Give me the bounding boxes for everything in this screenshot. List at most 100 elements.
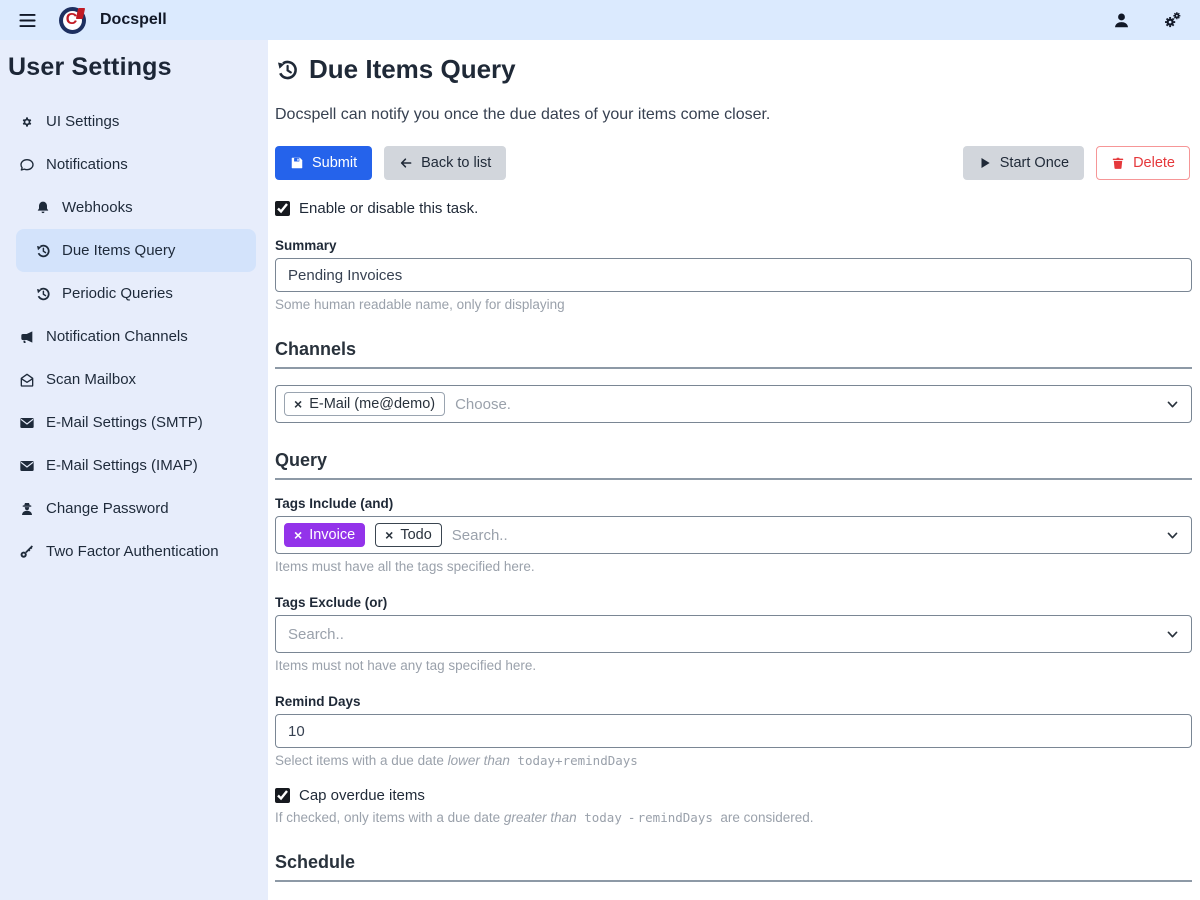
summary-field: Summary Some human readable name, only f…: [275, 238, 1192, 312]
sidebar-item-scan-mailbox[interactable]: Scan Mailbox: [0, 358, 268, 401]
enable-task-checkbox[interactable]: [275, 201, 290, 216]
sidebar-item-two-factor[interactable]: Two Factor Authentication: [0, 530, 268, 573]
top-navbar: C Docspell: [0, 0, 1200, 40]
sidebar-item-label: Notification Channels: [46, 328, 188, 345]
envelope-icon: [18, 458, 35, 474]
user-secret-icon: [18, 501, 35, 517]
hamburger-icon: [18, 11, 37, 30]
sidebar-item-email-smtp[interactable]: E-Mail Settings (SMTP): [0, 401, 268, 444]
remind-days-label: Remind Days: [275, 694, 1192, 709]
sidebar-item-label: Periodic Queries: [62, 285, 173, 302]
start-once-button[interactable]: Start Once: [963, 146, 1084, 180]
delete-button[interactable]: Delete: [1096, 146, 1190, 180]
sidebar-item-notifications[interactable]: Notifications: [0, 143, 268, 186]
sidebar-item-email-imap[interactable]: E-Mail Settings (IMAP): [0, 444, 268, 487]
sidebar-item-label: Scan Mailbox: [46, 371, 136, 388]
sidebar-item-notification-channels[interactable]: Notification Channels: [0, 315, 268, 358]
gear-icon: [18, 114, 35, 130]
menu-toggle-button[interactable]: [14, 7, 41, 34]
sidebar-title: User Settings: [0, 40, 268, 92]
page-description: Docspell can notify you once the due dat…: [275, 106, 1192, 124]
settings-menu-button[interactable]: [1159, 7, 1186, 34]
help-code: remindDays: [638, 810, 721, 825]
submit-button[interactable]: Submit: [275, 146, 372, 180]
envelope-icon: [18, 415, 35, 431]
user-settings-sidebar: User Settings UI Settings Notifications …: [0, 40, 268, 900]
chevron-down-icon[interactable]: [1166, 398, 1179, 411]
remind-days-help: Select items with a due date lower than …: [275, 753, 1192, 768]
summary-label: Summary: [275, 238, 1192, 253]
back-to-list-button[interactable]: Back to list: [384, 146, 506, 180]
help-emphasis: lower than: [448, 753, 510, 768]
cap-overdue-checkbox[interactable]: [275, 788, 290, 803]
sidebar-nav: UI Settings Notifications Webhooks Due I…: [0, 100, 268, 573]
cap-overdue-help: If checked, only items with a due date g…: [275, 810, 1192, 825]
channel-chip-email[interactable]: × E-Mail (me@demo): [284, 392, 445, 416]
sidebar-item-label: Due Items Query: [62, 242, 175, 259]
user-icon: [1112, 11, 1131, 30]
enable-task-label: Enable or disable this task.: [299, 200, 478, 217]
tag-chip-label: Todo: [400, 527, 431, 543]
remove-chip-icon[interactable]: ×: [294, 397, 302, 411]
help-separator: -: [629, 810, 637, 825]
sidebar-item-periodic-queries[interactable]: Periodic Queries: [0, 272, 268, 315]
query-heading: Query: [275, 450, 1192, 480]
sidebar-item-label: E-Mail Settings (SMTP): [46, 414, 203, 431]
help-text: are considered.: [720, 810, 813, 825]
start-once-label: Start Once: [1000, 155, 1069, 171]
sidebar-item-change-password[interactable]: Change Password: [0, 487, 268, 530]
sidebar-item-label: Webhooks: [62, 199, 133, 216]
cogs-icon: [1163, 11, 1182, 30]
summary-help: Some human readable name, only for displ…: [275, 297, 1192, 312]
tag-chip-invoice[interactable]: × Invoice: [284, 523, 365, 547]
channels-heading: Channels: [275, 339, 1192, 369]
sidebar-item-webhooks[interactable]: Webhooks: [0, 186, 268, 229]
logo-letter: C: [66, 12, 78, 28]
docspell-logo[interactable]: C: [59, 7, 86, 34]
cap-overdue-row: Cap overdue items: [275, 787, 1192, 804]
tag-chip-todo[interactable]: × Todo: [375, 523, 442, 547]
sidebar-item-label: Two Factor Authentication: [46, 543, 219, 560]
channels-select[interactable]: × E-Mail (me@demo) Choose.: [275, 385, 1192, 423]
sidebar-item-due-items-query[interactable]: Due Items Query: [16, 229, 256, 272]
history-icon: [34, 286, 51, 302]
tags-exclude-select[interactable]: Search..: [275, 615, 1192, 653]
brand-name[interactable]: Docspell: [100, 11, 167, 29]
arrow-left-icon: [399, 156, 413, 170]
remove-chip-icon[interactable]: ×: [294, 528, 302, 542]
comment-icon: [18, 157, 35, 173]
sidebar-item-label: Change Password: [46, 500, 169, 517]
back-button-label: Back to list: [421, 155, 491, 171]
help-text: If checked, only items with a due date: [275, 810, 504, 825]
sidebar-item-label: E-Mail Settings (IMAP): [46, 457, 198, 474]
cap-overdue-label: Cap overdue items: [299, 787, 425, 804]
remind-days-input[interactable]: [275, 714, 1192, 748]
help-emphasis: greater than: [504, 810, 577, 825]
tags-include-field: Tags Include (and) × Invoice × Todo Sear…: [275, 496, 1192, 574]
chevron-down-icon[interactable]: [1166, 529, 1179, 542]
chevron-down-icon[interactable]: [1166, 628, 1179, 641]
schedule-heading: Schedule: [275, 852, 1192, 882]
key-icon: [18, 544, 35, 560]
tags-include-select[interactable]: × Invoice × Todo Search..: [275, 516, 1192, 554]
help-text: Select items with a due date: [275, 753, 448, 768]
enable-task-row: Enable or disable this task.: [275, 200, 1192, 217]
channel-chip-label: E-Mail (me@demo): [309, 396, 435, 412]
play-icon: [978, 156, 992, 170]
tags-exclude-placeholder: Search..: [284, 626, 1156, 643]
summary-input[interactable]: [275, 258, 1192, 292]
delete-button-label: Delete: [1133, 155, 1175, 171]
trash-icon: [1111, 156, 1125, 170]
save-icon: [290, 156, 304, 170]
sidebar-item-ui-settings[interactable]: UI Settings: [0, 100, 268, 143]
help-code: today+remindDays: [510, 753, 638, 768]
page-title: Due Items Query: [275, 54, 1192, 85]
help-code: today: [577, 810, 630, 825]
sidebar-item-label: Notifications: [46, 156, 128, 173]
remove-chip-icon[interactable]: ×: [385, 528, 393, 542]
tags-exclude-help: Items must not have any tag specified he…: [275, 658, 1192, 673]
bullhorn-icon: [18, 329, 35, 345]
submit-button-label: Submit: [312, 155, 357, 171]
user-menu-button[interactable]: [1108, 7, 1135, 34]
action-button-row: Submit Back to list Start Once Delete: [275, 146, 1192, 180]
